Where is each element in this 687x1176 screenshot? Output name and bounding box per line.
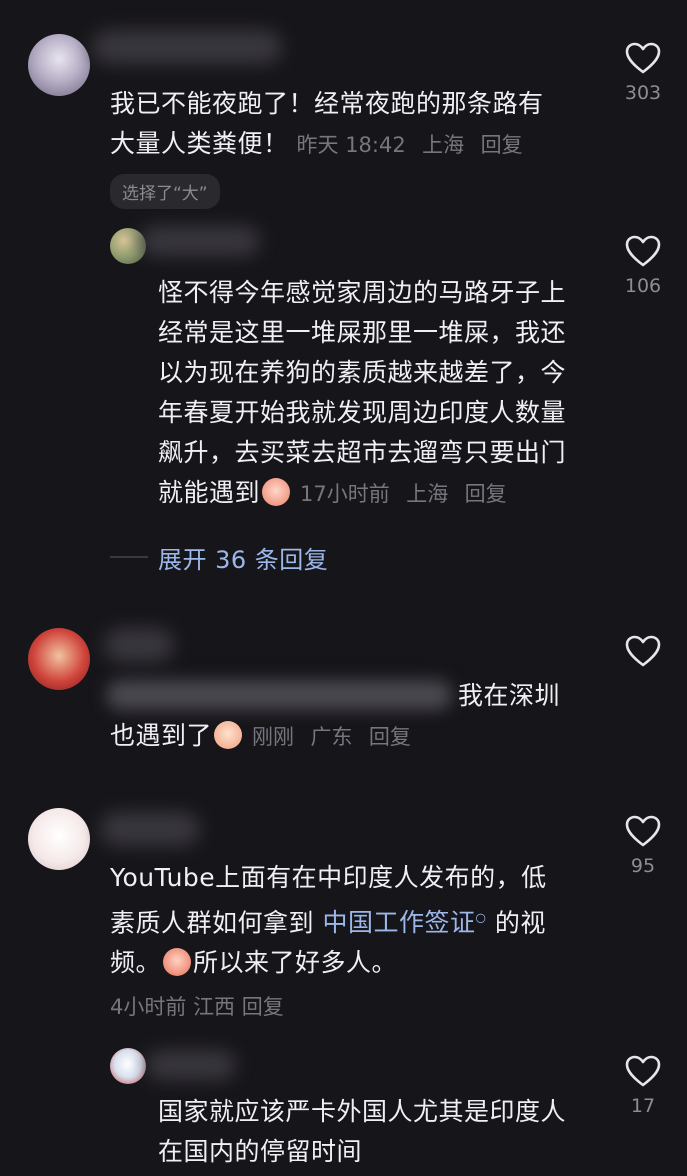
vote-chip: 选择了“大” [110,174,220,209]
username-redacted [100,812,200,846]
reply-button[interactable]: 回复 [465,482,507,506]
expand-replies-button[interactable]: 展开 36 条回复 [158,540,328,575]
like-button[interactable]: 95 [613,815,673,877]
comment-location: 广东 [310,725,353,749]
search-link[interactable]: 中国工作签证○ [322,908,486,937]
like-button[interactable] [613,635,673,667]
reply-button[interactable]: 回复 [242,995,284,1019]
comment-text: 我在深圳 也遇到了 刚刚 广东 回复 [110,681,561,750]
like-count: 17 [630,1095,656,1117]
comment-location: 江西 [193,995,236,1019]
search-hint-icon: ○ [475,911,487,925]
heart-outline-icon [625,815,661,847]
like-button[interactable]: 106 [613,235,673,297]
avatar[interactable] [28,34,90,96]
heart-outline-icon [625,235,661,267]
comment-text: YouTube上面有在中印度人发布的，低 素质人群如何拿到 中国工作签证○ 的视… [110,863,547,978]
comment-time: 刚刚 [252,725,295,749]
like-count: 95 [630,855,656,877]
avatar[interactable] [28,628,90,690]
avatar[interactable] [110,1048,146,1084]
username-redacted [92,30,282,64]
reply-text: 国家就应该严卡外国人尤其是印度人 在国内的停留时间 [158,1097,567,1166]
avatar[interactable] [28,808,90,870]
comment-text: 我已不能夜跑了！经常夜跑的那条路有 大量人类粪便！ 昨天 18:42 上海 回复 [110,89,544,158]
comment-meta: 4小时前 江西 回复 [110,991,284,1021]
comment-time: 4小时前 [110,995,187,1019]
expand-divider [110,556,148,558]
sweat-emoji-icon [214,721,243,749]
reply-button[interactable]: 回复 [481,133,523,157]
like-count: 106 [624,275,662,297]
heart-outline-icon [625,42,661,74]
reply-time: 17小时前 [300,482,390,506]
like-button[interactable]: 17 [613,1055,673,1117]
reply-text: 怪不得今年感觉家周边的马路牙子上 经常是这里一堆屎那里一堆屎，我还 以为现在养狗… [158,278,567,507]
crying-emoji-icon [163,948,192,977]
username-redacted [140,226,260,256]
heart-outline-icon [625,1055,661,1087]
heart-outline-icon [625,635,661,667]
comment-location: 上海 [422,133,465,157]
comment-time: 昨天 18:42 [296,133,406,157]
like-count: 303 [624,82,662,104]
crying-emoji-icon [262,478,291,506]
reply-location: 上海 [406,482,449,506]
reply-button[interactable]: 回复 [369,725,411,749]
username-redacted [146,1050,236,1080]
like-button[interactable]: 303 [613,42,673,104]
username-redacted [104,628,174,662]
